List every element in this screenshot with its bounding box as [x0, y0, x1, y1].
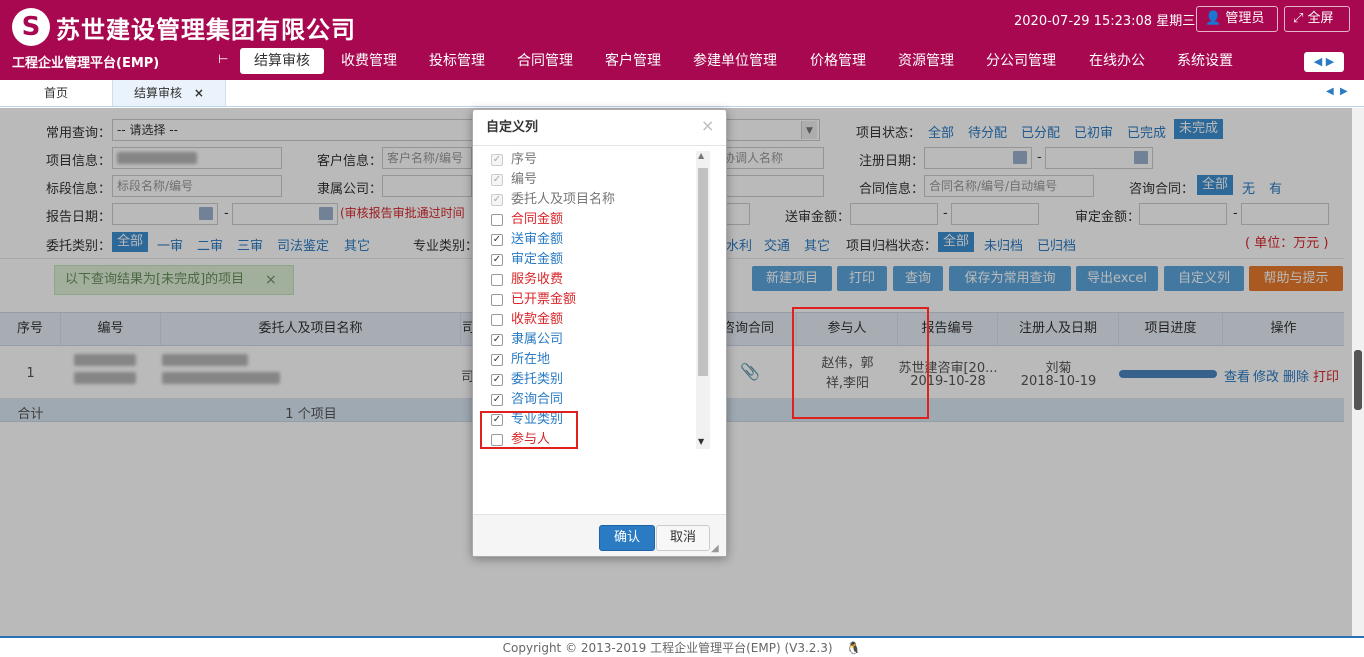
column-option-label: 编号 — [511, 172, 538, 187]
column-option-label: 合同金额 — [511, 212, 564, 227]
user-icon: 👤 — [1205, 11, 1222, 26]
checkbox[interactable] — [491, 274, 503, 286]
admin-button[interactable]: 👤 管理员 — [1196, 6, 1278, 32]
app-header: S 苏世建设管理集团有限公司 工程企业管理平台(EMP) 2020-07-29 … — [0, 0, 1364, 80]
nav-item-fees[interactable]: 收费管理 — [341, 48, 397, 74]
custom-columns-dialog: 自定义列 × ✓ 序号 ✓ 编号 ✓ 委托人及项目名称 合同金额 ✓ 送审金额 ✓ 审定金额服务收费… — [472, 109, 727, 557]
resize-handle-icon[interactable]: ◢ — [711, 543, 719, 554]
nav-item-system[interactable]: 系统设置 — [1177, 48, 1233, 74]
nav-item-settlement[interactable]: 结算审核 — [240, 48, 324, 74]
column-checklist: ✓ 序号 ✓ 编号 ✓ 委托人及项目名称 合同金额 ✓ 送审金额 ✓ 审定金额服务收费已开票金额收款… — [483, 150, 711, 450]
column-option-label: 序号 — [511, 152, 538, 167]
scroll-down-icon[interactable]: ▼ — [698, 437, 704, 446]
company-name: 苏世建设管理集团有限公司 — [56, 16, 356, 44]
footer: Copyright © 2013-2019 工程企业管理平台(EMP) (V3.… — [0, 636, 1364, 657]
tab-home[interactable]: 首页 — [0, 80, 112, 106]
copyright-text: Copyright © 2013-2019 工程企业管理平台(EMP) (V3.… — [502, 641, 833, 655]
fullscreen-button[interactable]: ⤢ 全屏 — [1284, 6, 1350, 32]
nav-item-participants[interactable]: 参建单位管理 — [693, 48, 777, 74]
checkbox[interactable] — [491, 294, 503, 306]
tab-settlement-label: 结算审核 — [134, 86, 183, 100]
column-option-label: 送审金额 — [511, 232, 564, 247]
dialog-title: 自定义列 — [473, 110, 726, 146]
checkbox: ✓ — [491, 174, 503, 186]
column-option-label: 咨询合同 — [511, 392, 564, 407]
column-option-label: 服务收费 — [511, 272, 564, 287]
datetime: 2020-07-29 15:23:08 星期三 — [1014, 14, 1196, 29]
checkbox[interactable]: ✓ — [491, 374, 503, 386]
fullscreen-label: 全屏 — [1307, 11, 1334, 26]
column-option-label: 审定金额 — [511, 252, 564, 267]
dialog-close-icon[interactable]: × — [701, 116, 714, 135]
tab-scroll-arrows[interactable]: ◀ ▶ — [1326, 86, 1348, 97]
nav-item-branches[interactable]: 分公司管理 — [986, 48, 1056, 74]
checkbox[interactable] — [491, 214, 503, 226]
confirm-button[interactable]: 确认 — [599, 525, 655, 551]
checkbox: ✓ — [491, 194, 503, 206]
nav-item-bidding[interactable]: 投标管理 — [429, 48, 485, 74]
checkbox[interactable]: ✓ — [491, 254, 503, 266]
nav-item-prices[interactable]: 价格管理 — [810, 48, 866, 74]
highlight-box-participants — [792, 307, 929, 419]
column-option-label: 委托类别 — [511, 372, 564, 387]
nav-separator: ⊢ — [218, 52, 229, 66]
nav-item-contracts[interactable]: 合同管理 — [517, 48, 573, 74]
scroll-up-icon[interactable]: ▲ — [698, 151, 704, 160]
nav-item-resources[interactable]: 资源管理 — [898, 48, 954, 74]
checkbox[interactable]: ✓ — [491, 334, 503, 346]
admin-label: 管理员 — [1225, 11, 1265, 26]
tab-bar: 首页 结算审核 × ◀ ▶ — [0, 80, 1364, 107]
checkbox[interactable] — [491, 314, 503, 326]
column-option-label: 委托人及项目名称 — [511, 192, 616, 207]
dialog-footer: 确认 取消 ◢ — [473, 514, 726, 556]
column-option-label: 隶属公司 — [511, 332, 564, 347]
cancel-button[interactable]: 取消 — [656, 525, 710, 551]
nav-item-office[interactable]: 在线办公 — [1089, 48, 1145, 74]
checkbox[interactable]: ✓ — [491, 354, 503, 366]
tab-settlement[interactable]: 结算审核 × — [112, 80, 226, 106]
qq-icon[interactable]: 🐧 — [846, 641, 861, 655]
checkbox: ✓ — [491, 154, 503, 166]
column-option-label: 所在地 — [511, 352, 551, 367]
nav-scroll-arrows[interactable]: ◀ ▶ — [1304, 52, 1344, 72]
column-option-label: 已开票金额 — [511, 292, 577, 307]
company-logo: S — [12, 8, 50, 46]
page-scrollbar-thumb[interactable] — [1354, 350, 1362, 410]
tab-close-icon[interactable]: × — [194, 86, 204, 100]
checkbox[interactable]: ✓ — [491, 234, 503, 246]
checkbox[interactable]: ✓ — [491, 394, 503, 406]
dialog-scrollbar-thumb[interactable] — [698, 168, 708, 376]
platform-name: 工程企业管理平台(EMP) — [12, 56, 160, 71]
nav-item-customers[interactable]: 客户管理 — [605, 48, 661, 74]
expand-icon: ⤢ — [1293, 11, 1304, 26]
highlight-box-checklist — [480, 411, 578, 449]
column-option-label: 收款金额 — [511, 312, 564, 327]
